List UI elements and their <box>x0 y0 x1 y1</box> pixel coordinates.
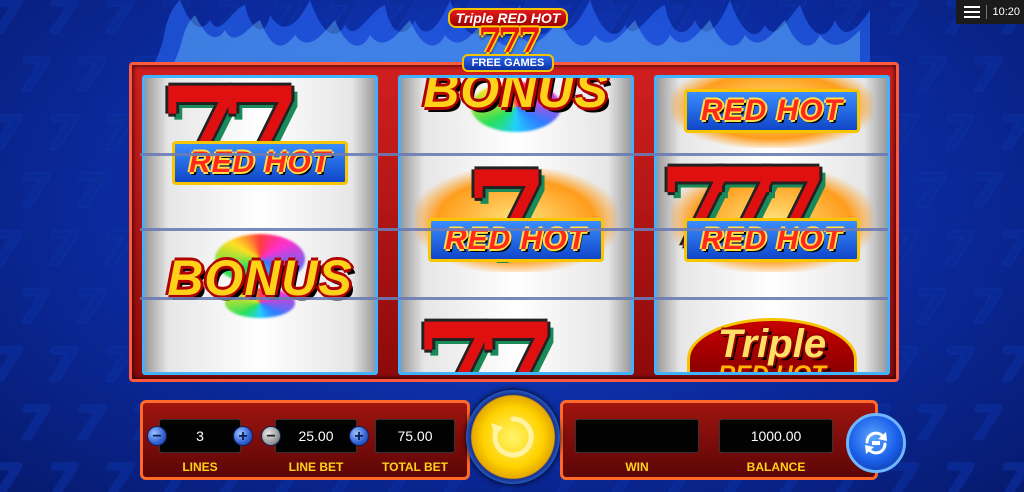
balance-field: 1000.00 <box>719 419 833 453</box>
minus-icon: − <box>266 427 276 445</box>
lines-increase-button[interactable]: + <box>233 426 253 446</box>
background-seven: 7 <box>102 0 135 44</box>
background-seven: 7 <box>942 454 975 492</box>
background-seven: 7 <box>18 280 51 334</box>
status-divider <box>985 5 987 19</box>
lines-decrease-button[interactable]: − <box>147 426 167 446</box>
background-seven: 7 <box>886 0 919 44</box>
line-bet-increase-button[interactable]: + <box>349 426 369 446</box>
win-label: WIN <box>625 460 649 474</box>
status-bar: 10:20 <box>956 0 1024 24</box>
symbol-red-hot-seven: 7 RED HOT <box>401 156 631 280</box>
triple-symbol-text: Triple RED HOT <box>718 322 826 375</box>
win-field <box>575 419 699 453</box>
red-hot-banner: RED HOT <box>684 218 860 262</box>
background-seven: 7 <box>0 0 22 44</box>
reel-2: BONUS 7 RED HOT 77 <box>398 75 634 375</box>
autoplay-button[interactable] <box>846 413 906 473</box>
background-seven: 7 <box>46 106 79 160</box>
bonus-text: BONUS <box>423 75 609 118</box>
spin-arrow-icon <box>491 416 534 458</box>
background-seven: 7 <box>74 280 107 334</box>
background-seven: 7 <box>914 48 947 102</box>
line-bet-decrease-button[interactable]: − <box>261 426 281 446</box>
reel-1: 77 RED HOT BONUS <box>142 75 378 375</box>
background-seven: 7 <box>0 222 22 276</box>
balance-label: BALANCE <box>746 460 806 474</box>
background-seven: 7 <box>970 48 1003 102</box>
autoplay-icon <box>865 431 887 455</box>
background-seven: 7 <box>18 396 51 450</box>
lines-label: LINES <box>182 460 218 474</box>
payline-1 <box>140 153 888 156</box>
background-seven: 7 <box>0 338 22 392</box>
win-balance-panel: WIN 1000.00 BALANCE <box>560 400 878 480</box>
reel-frame: 77 RED HOT BONUS BONUS 7 RED HOT 77 RED … <box>129 62 899 382</box>
line-bet-label: LINE BET <box>288 460 344 474</box>
background-seven: 7 <box>942 338 975 392</box>
triple-sub-text: RED HOT <box>718 360 826 375</box>
background-seven: 7 <box>74 396 107 450</box>
symbol-red-hot-sevens: 77 RED HOT <box>145 78 375 190</box>
red-hot-banner: RED HOT <box>684 89 860 133</box>
background-seven: 7 <box>914 396 947 450</box>
background-seven: 7 <box>970 280 1003 334</box>
bet-panel: − 3 + LINES − 25.00 + LINE BET 75.00 TOT… <box>140 400 470 480</box>
clock-time: 10:20 <box>992 6 1020 18</box>
background-seven: 7 <box>970 164 1003 218</box>
background-seven: 7 <box>46 222 79 276</box>
double-seven-graphic: 77 <box>415 297 557 375</box>
reel-3: RED HOT 777 RED HOT Triple RED HOT <box>654 75 890 375</box>
background-seven: 7 <box>18 164 51 218</box>
plus-icon: + <box>354 427 364 445</box>
background-seven: 7 <box>914 164 947 218</box>
symbol-bonus: BONUS <box>401 75 631 140</box>
background-seven: 7 <box>914 280 947 334</box>
background-seven: 7 <box>46 0 79 44</box>
minus-icon: − <box>152 427 162 445</box>
background-seven: 7 <box>74 164 107 218</box>
payline-3 <box>140 297 888 300</box>
hamburger-menu-icon[interactable] <box>964 6 980 18</box>
background-seven: 7 <box>102 454 135 492</box>
background-seven: 7 <box>970 396 1003 450</box>
background-seven: 7 <box>0 454 22 492</box>
symbol-red-hot: RED HOT <box>657 78 887 156</box>
background-seven: 7 <box>998 106 1024 160</box>
symbol-double-seven: 77 <box>401 297 631 375</box>
background-seven: 7 <box>942 106 975 160</box>
red-hot-banner: RED HOT <box>172 141 348 185</box>
logo-sevens: 777 <box>478 21 542 61</box>
symbol-red-hot-triple-seven: 777 RED HOT <box>657 154 887 280</box>
logo-subtitle: FREE GAMES <box>461 54 555 72</box>
symbol-bonus: BONUS <box>145 228 375 328</box>
total-bet-label: TOTAL BET <box>382 460 448 474</box>
payline-2 <box>140 228 888 231</box>
line-bet-field: 25.00 <box>275 419 357 453</box>
background-seven: 7 <box>46 454 79 492</box>
background-seven: 7 <box>998 222 1024 276</box>
game-logo: Triple RED HOT 777 FREE GAMES <box>433 2 583 80</box>
background-seven: 7 <box>74 48 107 102</box>
background-seven: 7 <box>998 338 1024 392</box>
background-seven: 7 <box>18 48 51 102</box>
red-hot-banner: RED HOT <box>428 218 604 262</box>
lines-field: 3 <box>159 419 241 453</box>
background-seven: 7 <box>0 106 22 160</box>
plus-icon: + <box>238 427 248 445</box>
symbol-triple-red-hot: Triple RED HOT <box>657 300 887 375</box>
background-seven: 7 <box>942 222 975 276</box>
background-seven: 7 <box>998 454 1024 492</box>
spin-button[interactable] <box>466 390 560 484</box>
background-seven: 7 <box>46 338 79 392</box>
total-bet-field: 75.00 <box>375 419 455 453</box>
